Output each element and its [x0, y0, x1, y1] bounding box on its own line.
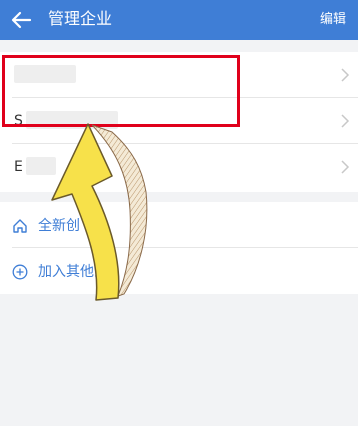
header-bar: 管理企业 编辑 — [0, 0, 358, 40]
chevron-right-icon — [341, 160, 350, 174]
join-company-button[interactable]: 加入其他企 — [0, 248, 358, 294]
action-list: 全新创 加入其他企 — [0, 202, 358, 294]
plus-circle-icon — [12, 264, 28, 280]
edit-button[interactable]: 编辑 — [320, 11, 346, 29]
create-company-button[interactable]: 全新创 — [0, 202, 358, 248]
back-arrow-icon[interactable] — [10, 10, 32, 30]
page-title: 管理企业 — [48, 9, 113, 28]
company-name: E — [14, 159, 23, 175]
chevron-right-icon — [341, 68, 350, 82]
join-company-label: 加入其他企 — [38, 264, 108, 280]
highlight-box — [2, 55, 240, 127]
chevron-right-icon — [341, 114, 350, 128]
create-company-label: 全新创 — [38, 218, 80, 234]
home-icon — [13, 219, 27, 233]
company-row[interactable]: E — [0, 144, 358, 190]
obscured-text — [26, 157, 56, 175]
